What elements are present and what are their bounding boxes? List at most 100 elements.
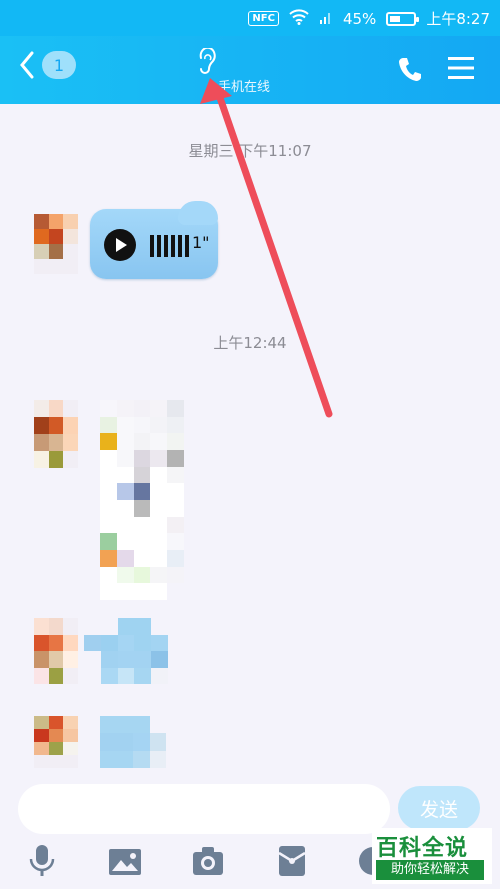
image-tile [133, 549, 151, 567]
image-tile [150, 466, 168, 484]
image-tile [167, 400, 184, 417]
image-tile [149, 733, 166, 751]
image-icon[interactable] [108, 848, 142, 880]
avatar[interactable] [34, 716, 78, 768]
chat-header: 1 手机在线 [0, 36, 500, 104]
wifi-icon [289, 8, 309, 29]
image-tile [84, 651, 101, 668]
watermark-main: 百科全说 [376, 836, 469, 861]
image-tile [84, 618, 101, 635]
back-button[interactable]: 1 [18, 50, 76, 80]
image-tile [133, 716, 150, 734]
avatar[interactable] [34, 400, 78, 468]
image-message[interactable] [100, 716, 166, 768]
bubble-decoration [178, 201, 218, 225]
image-tile [133, 400, 151, 417]
image-message[interactable] [100, 400, 184, 600]
image-tile [100, 566, 117, 584]
image-tile [100, 433, 117, 450]
image-tile [116, 566, 134, 584]
image-tile [167, 583, 184, 600]
image-tile [100, 416, 117, 434]
image-tile [116, 499, 134, 517]
image-tile [116, 750, 133, 768]
image-tile [133, 433, 151, 450]
image-tile [100, 533, 117, 550]
message-input[interactable] [18, 784, 390, 834]
image-tile [133, 483, 151, 500]
menu-icon[interactable] [448, 56, 474, 84]
online-status: 手机在线 [218, 80, 271, 95]
image-tile [100, 634, 118, 651]
battery-icon [386, 11, 420, 26]
image-tile [84, 667, 101, 684]
image-tile [116, 416, 134, 434]
image-tile [100, 549, 117, 567]
camera-icon[interactable] [192, 846, 224, 880]
image-tile [167, 533, 184, 550]
image-tile [167, 416, 184, 434]
image-tile [134, 651, 152, 668]
image-tile [133, 449, 151, 467]
image-tile [167, 483, 184, 500]
image-tile [116, 466, 134, 484]
image-tile [133, 416, 151, 434]
image-tile [116, 483, 134, 500]
phone-icon[interactable] [398, 56, 422, 86]
image-tile [100, 716, 117, 734]
image-tile [100, 516, 117, 534]
image-tile [116, 516, 134, 534]
image-tile [84, 634, 101, 651]
play-icon[interactable] [104, 229, 136, 261]
voice-message[interactable]: 1" [90, 201, 218, 279]
watermark-logo: 百科全说 助你轻松解决 [372, 828, 492, 884]
image-tile [100, 750, 117, 768]
image-tile [167, 466, 184, 484]
image-tile [116, 733, 133, 751]
image-tile [100, 400, 117, 417]
timestamp: 星期三 下午11:07 [188, 142, 312, 160]
image-tile [100, 583, 117, 600]
ear-icon[interactable] [196, 46, 218, 78]
image-tile [133, 499, 151, 517]
image-tile [100, 449, 117, 467]
image-tile [116, 549, 134, 567]
unread-badge: 1 [42, 51, 76, 79]
image-tile [150, 433, 168, 450]
image-tile [150, 549, 168, 567]
image-tile [116, 449, 134, 467]
image-message[interactable] [84, 618, 168, 684]
image-tile [151, 651, 168, 668]
image-tile [133, 750, 150, 768]
image-tile [100, 466, 117, 484]
image-tile [150, 533, 168, 550]
image-tile [150, 416, 168, 434]
watermark-sub: 助你轻松解决 [376, 860, 484, 880]
image-tile [150, 483, 168, 500]
avatar[interactable] [34, 618, 78, 684]
image-tile [150, 499, 168, 517]
microphone-icon[interactable] [28, 844, 56, 882]
avatar[interactable] [34, 214, 78, 274]
image-tile [150, 449, 168, 467]
image-tile [150, 516, 168, 534]
image-tile [133, 566, 151, 584]
signal-icon [319, 9, 333, 29]
image-tile [100, 667, 118, 684]
send-button[interactable]: 发送 [398, 786, 480, 830]
image-tile [167, 549, 184, 567]
image-tile [133, 516, 151, 534]
status-bar: NFC 45% 上午8:27 [0, 0, 500, 36]
image-tile [116, 433, 134, 450]
image-tile [167, 516, 184, 534]
image-tile [134, 618, 152, 635]
image-tile [100, 618, 118, 635]
red-packet-icon[interactable] [278, 845, 306, 881]
waveform-icon [150, 235, 189, 257]
voice-duration: 1" [192, 233, 210, 252]
image-tile [117, 618, 135, 635]
image-tile [151, 634, 168, 651]
image-tile [116, 716, 133, 734]
image-tile [167, 566, 184, 584]
image-tile [167, 449, 184, 467]
